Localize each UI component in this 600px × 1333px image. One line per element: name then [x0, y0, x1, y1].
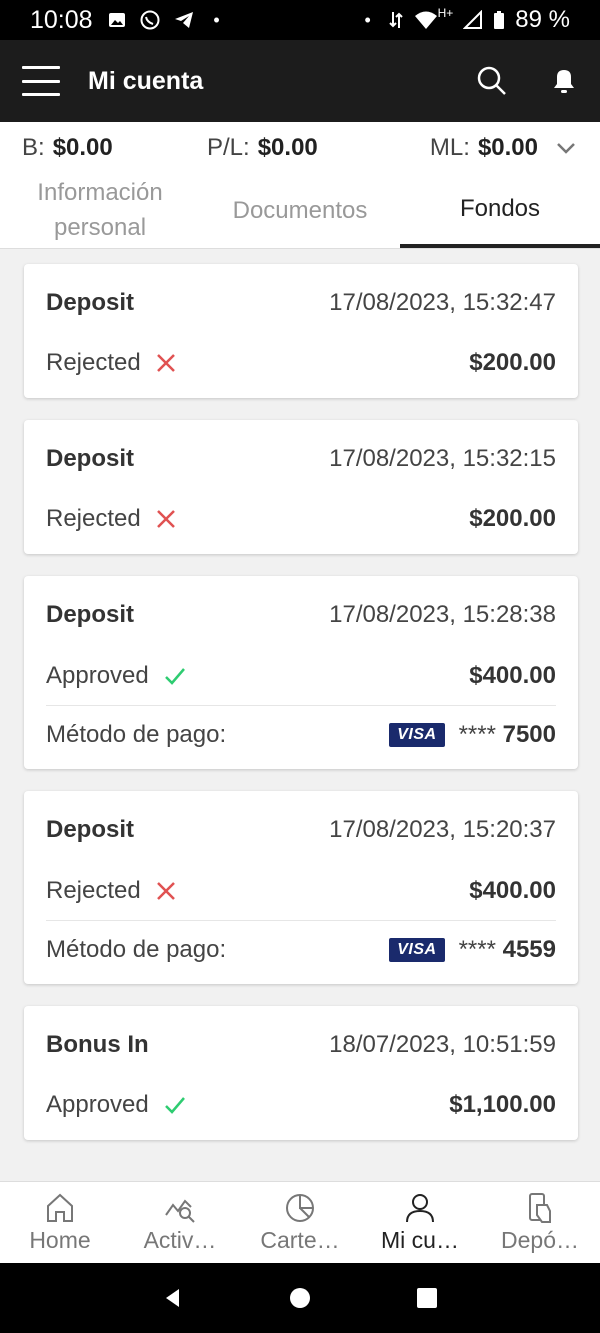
transaction-datetime: 17/08/2023, 15:20:37	[329, 816, 556, 843]
activity-chart-icon	[165, 1199, 195, 1223]
data-transfer-icon	[388, 12, 403, 28]
nav-depositos[interactable]: Depó…	[480, 1182, 600, 1263]
ml-value: $0.00	[477, 134, 538, 161]
tab-fondos[interactable]: Fondos	[400, 174, 600, 248]
notification-dot-icon: •	[364, 10, 371, 30]
notification-dot-icon: •	[213, 10, 220, 30]
approved-check-icon	[164, 667, 185, 685]
account-tabs: Información personal Documentos Fondos	[0, 174, 600, 249]
recents-square-icon[interactable]	[415, 1286, 439, 1310]
tab-informacion-personal[interactable]: Información personal	[0, 174, 200, 248]
bell-icon[interactable]	[550, 66, 578, 96]
payment-method-row: Método de pago: VISA **** 4559	[46, 920, 556, 984]
pl-label: P/L:	[207, 134, 250, 161]
network-type: H+	[437, 6, 454, 20]
home-icon	[47, 1193, 73, 1222]
transaction-type: Bonus In	[46, 1031, 149, 1058]
margin-level-item: ML: $0.00	[430, 134, 538, 162]
transaction-type: Deposit	[46, 601, 135, 628]
chevron-down-icon[interactable]	[554, 136, 578, 160]
transaction-type: Deposit	[46, 445, 135, 472]
status-time: 10:08	[30, 5, 93, 34]
card-mask: ****	[458, 935, 496, 963]
nav-mi-cuenta[interactable]: Mi cu…	[360, 1182, 480, 1263]
balance-label: B:	[22, 134, 45, 161]
nav-label: Carte…	[260, 1227, 340, 1253]
battery-percent: 89 %	[515, 6, 570, 33]
back-icon[interactable]	[161, 1286, 185, 1310]
nav-cartera[interactable]: Carte…	[240, 1182, 360, 1263]
nav-label: Depó…	[501, 1227, 579, 1253]
transaction-card[interactable]: Bonus In 18/07/2023, 10:51:59 Approved $…	[24, 1006, 578, 1140]
nav-label: Mi cu…	[381, 1227, 459, 1253]
transactions-list: Deposit 17/08/2023, 15:32:47 Rejected $2…	[24, 264, 578, 1162]
transaction-amount: $1,100.00	[449, 1091, 556, 1118]
rejected-x-icon	[156, 354, 175, 372]
transaction-status: Rejected	[46, 349, 141, 376]
transaction-type: Deposit	[46, 816, 135, 843]
search-icon[interactable]	[476, 65, 508, 97]
whatsapp-icon	[140, 10, 160, 30]
hamburger-menu-icon[interactable]	[22, 66, 60, 96]
transaction-status: Rejected	[46, 876, 141, 904]
payment-method-label: Método de pago:	[46, 720, 227, 748]
bottom-navigation: Home Activ… Carte… Mi cu… Depó…	[0, 1181, 600, 1263]
nav-home[interactable]: Home	[0, 1182, 120, 1263]
transaction-amount: $400.00	[469, 876, 556, 904]
transaction-status: Rejected	[46, 505, 141, 532]
transaction-card[interactable]: Deposit 17/08/2023, 15:28:38 Approved $4…	[24, 576, 578, 769]
pl-value: $0.00	[257, 134, 318, 161]
transaction-card[interactable]: Deposit 17/08/2023, 15:32:47 Rejected $2…	[24, 264, 578, 398]
transaction-datetime: 18/07/2023, 10:51:59	[329, 1031, 556, 1058]
transaction-card[interactable]: Deposit 17/08/2023, 15:20:37 Rejected $4…	[24, 791, 578, 984]
telegram-icon	[174, 12, 193, 28]
balance-item: B: $0.00	[22, 134, 207, 162]
transaction-status: Approved	[46, 661, 149, 689]
nav-activos[interactable]: Activ…	[120, 1182, 240, 1263]
transaction-amount: $200.00	[469, 349, 556, 376]
home-circle-icon[interactable]	[288, 1286, 312, 1310]
transaction-datetime: 17/08/2023, 15:32:47	[329, 289, 556, 316]
system-navigation-bar	[0, 1263, 600, 1333]
app-bar: Mi cuenta	[0, 40, 600, 122]
payment-method-row: Método de pago: VISA **** 7500	[46, 705, 556, 769]
pl-item: P/L: $0.00	[207, 134, 417, 162]
approved-check-icon	[164, 1097, 185, 1114]
nav-label: Activ…	[143, 1227, 217, 1253]
balance-value: $0.00	[52, 134, 113, 161]
transaction-amount: $400.00	[469, 661, 556, 689]
gallery-icon	[108, 13, 125, 27]
pie-chart-icon	[286, 1194, 314, 1222]
transaction-status: Approved	[46, 1091, 149, 1118]
payment-method-label: Método de pago:	[46, 935, 227, 963]
visa-card-icon: VISA	[389, 722, 445, 747]
transaction-type: Deposit	[46, 289, 135, 316]
tab-documentos[interactable]: Documentos	[200, 174, 400, 248]
wifi-icon	[414, 11, 437, 29]
status-bar: 10:08 • • H+ 89 %	[0, 0, 600, 40]
page-title: Mi cuenta	[88, 66, 204, 95]
card-last4: 7500	[502, 720, 556, 748]
transaction-amount: $200.00	[469, 505, 556, 532]
transaction-card[interactable]: Deposit 17/08/2023, 15:32:15 Rejected $2…	[24, 420, 578, 554]
card-last4: 4559	[502, 935, 556, 963]
balance-summary: B: $0.00 P/L: $0.00 ML: $0.00	[0, 122, 600, 174]
nav-label: Home	[29, 1227, 91, 1253]
transaction-datetime: 17/08/2023, 15:28:38	[329, 601, 556, 628]
deposit-icon	[529, 1193, 551, 1223]
visa-card-icon: VISA	[389, 937, 445, 962]
transaction-datetime: 17/08/2023, 15:32:15	[329, 445, 556, 472]
battery-icon	[494, 11, 505, 29]
rejected-x-icon	[156, 881, 175, 900]
signal-icon	[463, 10, 483, 29]
rejected-x-icon	[156, 510, 175, 528]
card-mask: ****	[458, 720, 496, 748]
user-icon	[406, 1194, 434, 1223]
ml-label: ML:	[429, 134, 470, 161]
